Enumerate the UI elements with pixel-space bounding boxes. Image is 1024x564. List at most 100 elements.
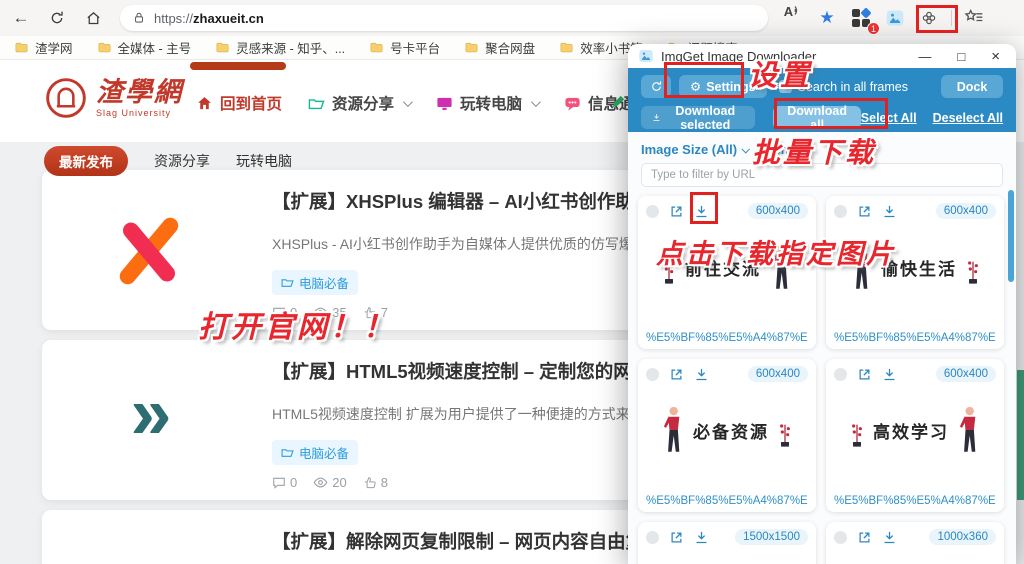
extensions-button[interactable]: 1 [846, 4, 880, 35]
image-size-dropdown[interactable]: Image Size (All) [641, 142, 751, 157]
bookmark-item[interactable]: 聚合网盘 [464, 38, 535, 57]
bookmark-item[interactable]: 全媒体 - 主号 [97, 38, 192, 57]
site-logo[interactable]: 渣學網 Slag University [44, 76, 183, 120]
browser-essentials-button[interactable] [914, 4, 944, 32]
deselect-all-link[interactable]: Deselect All [933, 111, 1003, 125]
image-caption: 必备资源 [693, 422, 769, 442]
expand-icon[interactable] [857, 367, 872, 382]
image-url: %E5%BF%85%E5%A4%87%E8%B... [646, 495, 808, 507]
maximize-button[interactable]: □ [957, 50, 965, 63]
image-card[interactable]: 1500x1500 [638, 522, 816, 564]
browser-toolbar: ← https://zhaxueit.cn A ★ 1 [0, 0, 1024, 36]
back-button[interactable]: ← [6, 4, 36, 32]
download-selected-button[interactable]: Download selected [641, 104, 756, 132]
expand-icon[interactable] [857, 204, 872, 219]
image-card[interactable]: 600x400 前往交流 %E5%BF%85%E5%A4%87%E8%B... [638, 192, 816, 349]
folder-open-icon [281, 446, 294, 459]
article-thumbnail [42, 510, 252, 564]
select-circle[interactable] [834, 367, 847, 381]
nav-item[interactable]: 玩转电脑 [436, 92, 541, 114]
image-size-badge: 600x400 [935, 203, 996, 219]
image-caption: 高效学习 [873, 422, 949, 442]
download-icon[interactable] [694, 530, 709, 545]
expand-icon[interactable] [669, 530, 684, 545]
close-button[interactable]: × [991, 49, 1000, 64]
image-card[interactable]: 1000x360 渣學網 [826, 522, 1004, 564]
popup-titlebar[interactable]: ImgGet Image Downloader — □ × [628, 44, 1016, 68]
select-circle[interactable] [834, 204, 847, 218]
search-frames-label: Search in all frames [797, 79, 908, 94]
image-url: %E5%BF%85%E5%A4%87%E8%B... [646, 332, 808, 344]
select-all-link[interactable]: Select All [861, 111, 917, 125]
chevron-down-icon [741, 144, 751, 154]
annotation-click-download: 点击下载指定图片 [656, 239, 896, 269]
read-aloud-button[interactable]: A [778, 4, 808, 32]
bookmark-label: 号卡平台 [390, 42, 441, 56]
views-stat: 20 [313, 475, 347, 490]
plant-illustration [963, 249, 983, 285]
bookmark-label: 渣学网 [35, 42, 73, 56]
image-preview [646, 545, 808, 564]
pen-icon[interactable] [610, 94, 626, 115]
bookmark-item[interactable]: 灵感来源 - 知乎、... [215, 38, 345, 57]
nav-item[interactable]: 回到首页 [196, 92, 282, 114]
bookmark-label: 全媒体 - 主号 [117, 42, 192, 56]
tab-latest[interactable]: 最新发布 [44, 146, 128, 176]
category-badge[interactable]: 电脑必备 [272, 440, 359, 465]
bookmark-item[interactable]: 号卡平台 [369, 38, 440, 57]
download-icon[interactable] [694, 367, 709, 382]
expand-icon[interactable] [669, 204, 684, 219]
eye-icon [313, 475, 328, 490]
favorites-list-icon [964, 8, 984, 28]
download-icon[interactable] [882, 367, 897, 382]
person-illustration [659, 405, 687, 455]
download-icon [652, 111, 661, 124]
site-title: 渣學網 [96, 76, 183, 107]
expand-icon[interactable] [857, 530, 872, 545]
puzzle-icon [920, 9, 938, 27]
popup-scrollbar-thumb[interactable] [1008, 190, 1014, 282]
annotation-settings: 设置 [748, 60, 813, 92]
image-card[interactable]: 600x400 必备资源 %E5%BF%85%E5%A4%87%E8%B... [638, 359, 816, 512]
favorite-star-button[interactable]: ★ [812, 4, 842, 32]
download-all-button[interactable]: Download all [773, 104, 861, 132]
chevron-down-icon [531, 96, 541, 107]
tab-resources[interactable]: 资源分享 [154, 151, 210, 171]
download-icon[interactable] [882, 530, 897, 545]
rescan-button[interactable] [641, 75, 671, 98]
nav-item[interactable]: 资源分享 [308, 92, 413, 114]
category-badge[interactable]: 电脑必备 [272, 270, 359, 295]
folder-open-icon [281, 276, 294, 289]
expand-icon[interactable] [669, 367, 684, 382]
select-circle[interactable] [834, 530, 847, 544]
comment-icon [272, 476, 286, 490]
select-circle[interactable] [646, 367, 659, 381]
popup-toolbar: ⚙ Settings ✓ Search in all frames Dock Do… [628, 68, 1016, 132]
refresh-button[interactable] [42, 4, 72, 32]
home-icon [196, 95, 213, 112]
dock-button[interactable]: Dock [941, 75, 1003, 98]
minimize-button[interactable]: — [918, 50, 931, 63]
folder-icon [14, 40, 29, 55]
likes-stat: 8 [363, 475, 388, 490]
toolbar-divider [951, 10, 952, 26]
select-circle[interactable] [646, 204, 659, 218]
nav-label: 回到首页 [220, 96, 283, 113]
download-icon[interactable] [882, 204, 897, 219]
lock-icon [132, 11, 146, 25]
read-aloud-waves-icon [794, 6, 798, 15]
image-card[interactable]: 600x400 愉快生活 %E5%BF%85%E5%A4%87%E8%B... [826, 196, 1004, 349]
page-edge-sliver [1017, 370, 1024, 500]
image-card[interactable]: 600x400 高效学习 %E5%BF%85%E5%A4%87%E8%B... [826, 359, 1004, 512]
home-button[interactable] [78, 4, 108, 32]
bookmark-item[interactable]: 渣学网 [14, 38, 73, 57]
download-icon[interactable] [694, 204, 709, 219]
image-size-badge: 1500x1500 [735, 529, 808, 545]
select-circle[interactable] [646, 530, 659, 544]
image-preview: 渣學網 [834, 545, 996, 564]
favorites-bar-button[interactable] [959, 4, 989, 32]
monitor-icon [436, 95, 453, 112]
tab-computer[interactable]: 玩转电脑 [236, 151, 292, 171]
imgget-extension-button[interactable] [880, 4, 910, 32]
address-bar[interactable]: https://zhaxueit.cn [120, 5, 768, 31]
